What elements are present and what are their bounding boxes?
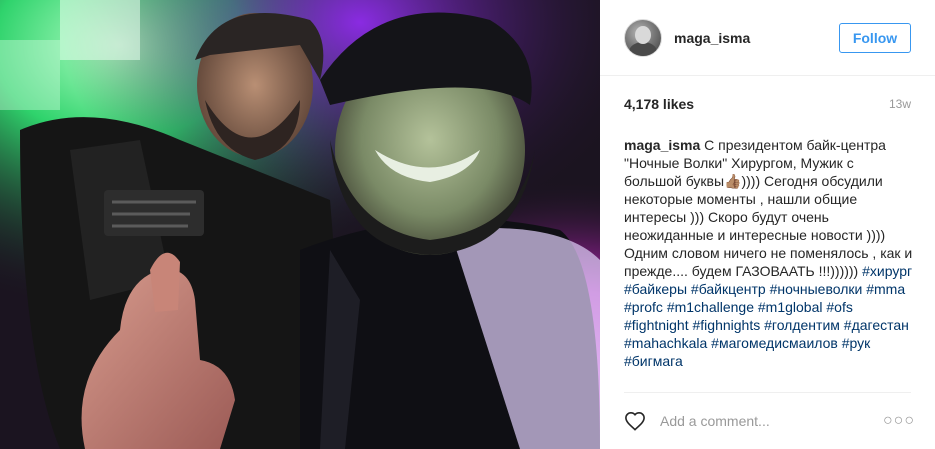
hashtag-link[interactable]: #fightnight — [624, 317, 689, 333]
hashtag-link[interactable]: #дагестан — [844, 317, 909, 333]
hashtag-link[interactable]: #байкеры — [624, 281, 687, 297]
instagram-post: maga_isma Follow 4,178 likes 13w maga_is… — [0, 0, 935, 449]
more-options-button[interactable]: ○○○ — [883, 412, 914, 430]
caption-text-3: большой буквы👍🏽)))) Сегодня обсудили — [624, 173, 883, 189]
post-stats: 4,178 likes 13w — [624, 76, 911, 132]
post-time[interactable]: 13w — [889, 97, 911, 111]
hashtag-link[interactable]: #m1global — [758, 299, 823, 315]
hashtag-link[interactable]: #бигмага — [624, 353, 683, 369]
hashtag-link[interactable]: #хирург — [862, 263, 912, 279]
post-photo[interactable] — [0, 0, 600, 449]
header-username[interactable]: maga_isma — [674, 30, 839, 46]
caption-text-2: "Ночные Волки" Хирургом, Мужик с — [624, 155, 854, 171]
follow-button[interactable]: Follow — [839, 22, 911, 53]
post-header: maga_isma Follow — [600, 0, 935, 76]
hashtag-link[interactable]: #магомедисмаилов — [711, 335, 838, 351]
caption-text-4: некоторые моменты , нашли общие — [624, 191, 858, 207]
hashtag-link[interactable]: #m1challenge — [667, 299, 754, 315]
comment-input[interactable] — [658, 412, 883, 430]
hashtag-link[interactable]: #голдентим — [764, 317, 840, 333]
hashtag-link[interactable]: #рук — [842, 335, 871, 351]
caption-text-5: интересы ))) Скоро будут очень — [624, 209, 829, 225]
caption-text-6: неожиданные и интересные новости )))) — [624, 227, 886, 243]
heart-outline-icon[interactable] — [624, 410, 646, 432]
post-image — [0, 0, 600, 449]
hashtag-link[interactable]: #mahachkala — [624, 335, 707, 351]
hashtag-link[interactable]: #ночныеволки — [770, 281, 863, 297]
hashtag-link[interactable]: #mma — [866, 281, 905, 297]
comment-bar: ○○○ — [624, 392, 914, 449]
avatar[interactable] — [624, 18, 662, 57]
caption-username[interactable]: maga_isma — [624, 137, 700, 153]
caption-text-1: С президентом байк-центра — [704, 137, 886, 153]
hashtag-link[interactable]: #байкцентр — [691, 281, 766, 297]
hashtag-link[interactable]: #fighnights — [693, 317, 761, 333]
caption-text-7: Одним словом ничего не поменялось , — [624, 245, 877, 261]
hashtag-link[interactable]: #ofs — [826, 299, 852, 315]
likes-count[interactable]: 4,178 likes — [624, 96, 694, 112]
post-caption: maga_isma С президентом байк-центра "Ноч… — [624, 136, 915, 378]
heart-icon — [625, 411, 645, 431]
hashtag-link[interactable]: #profc — [624, 299, 663, 315]
post-sidebar: maga_isma Follow 4,178 likes 13w maga_is… — [600, 0, 935, 449]
